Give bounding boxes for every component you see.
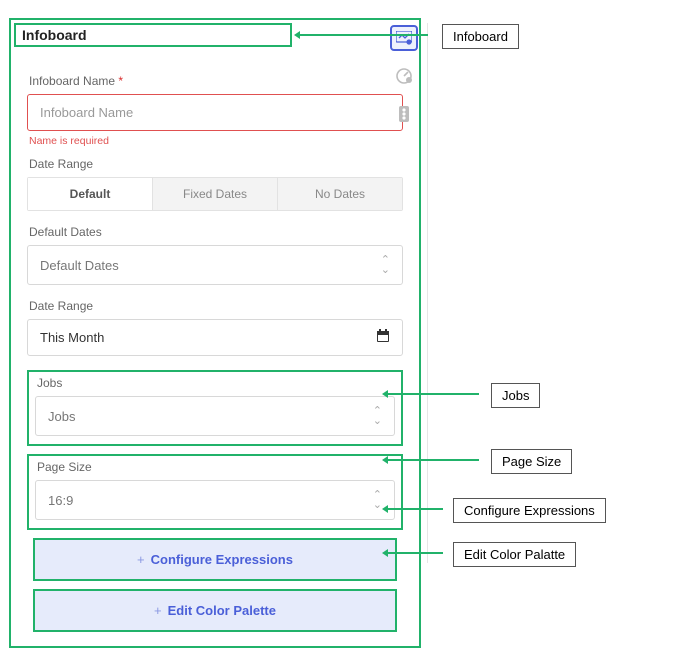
infoboard-name-input[interactable]: Infoboard Name	[27, 94, 403, 131]
annotation-line	[384, 393, 479, 395]
tab-no-dates[interactable]: No Dates	[277, 178, 402, 210]
date-range-tabs: Default Fixed Dates No Dates	[27, 177, 403, 211]
edit-color-palette-button[interactable]: + Edit Color Palette	[33, 589, 397, 632]
configure-expressions-button[interactable]: + Configure Expressions	[33, 538, 397, 581]
annotation-page-size: Page Size	[491, 449, 572, 474]
jobs-select[interactable]: Jobs ⌃⌄	[35, 396, 395, 436]
annotation-line	[384, 508, 443, 510]
infoboard-name-label: Infoboard Name *	[29, 74, 403, 88]
select-value: Jobs	[48, 409, 75, 424]
gauge-tab-icon[interactable]	[390, 63, 418, 89]
plus-icon: +	[137, 552, 145, 567]
default-dates-select[interactable]: Default Dates ⌃⌄	[27, 245, 403, 285]
date-range-label: Date Range	[29, 157, 403, 171]
default-dates-label: Default Dates	[29, 225, 403, 239]
chevron-updown-icon: ⌃⌄	[381, 255, 390, 275]
date-range-picker[interactable]: This Month	[27, 319, 403, 356]
button-label: Edit Color Palette	[168, 603, 276, 618]
select-value: 16:9	[48, 493, 73, 508]
annotation-infoboard: Infoboard	[442, 24, 519, 49]
select-value: Default Dates	[40, 258, 119, 273]
tab-default[interactable]: Default	[28, 178, 152, 210]
annotation-line	[384, 459, 479, 461]
annotation-line	[296, 34, 428, 36]
annotation-line	[384, 552, 443, 554]
calendar-icon	[376, 329, 390, 346]
page-size-label: Page Size	[37, 460, 395, 474]
jobs-label: Jobs	[37, 376, 395, 390]
panel-header: Infoboard	[14, 23, 292, 47]
panel-content: Infoboard Name * Infoboard Name Name is …	[11, 20, 419, 646]
label-text: Infoboard Name	[29, 74, 115, 88]
panel-title: Infoboard	[22, 27, 87, 43]
side-icon-rail	[388, 25, 420, 127]
page-size-section: Page Size 16:9 ⌃⌄	[27, 454, 403, 530]
date-range-picker-label: Date Range	[29, 299, 403, 313]
input-placeholder: Infoboard Name	[40, 105, 133, 120]
chevron-updown-icon: ⌃⌄	[373, 406, 382, 426]
plus-icon: +	[154, 603, 162, 618]
annotation-jobs: Jobs	[491, 383, 540, 408]
button-label: Configure Expressions	[151, 552, 293, 567]
annotation-configure: Configure Expressions	[453, 498, 606, 523]
annotation-palette: Edit Color Palatte	[453, 542, 576, 567]
infoboard-tab-icon[interactable]	[390, 25, 418, 51]
infoboard-settings-panel: Infoboard Name * Infoboard Name Name is …	[9, 18, 421, 648]
panel-divider	[427, 23, 428, 563]
required-mark: *	[118, 74, 123, 88]
page-size-select[interactable]: 16:9 ⌃⌄	[35, 480, 395, 520]
infoboard-name-error: Name is required	[29, 135, 403, 147]
tab-fixed-dates[interactable]: Fixed Dates	[152, 178, 277, 210]
date-range-value: This Month	[40, 330, 104, 345]
jobs-section: Jobs Jobs ⌃⌄	[27, 370, 403, 446]
traffic-tab-icon[interactable]	[390, 101, 418, 127]
